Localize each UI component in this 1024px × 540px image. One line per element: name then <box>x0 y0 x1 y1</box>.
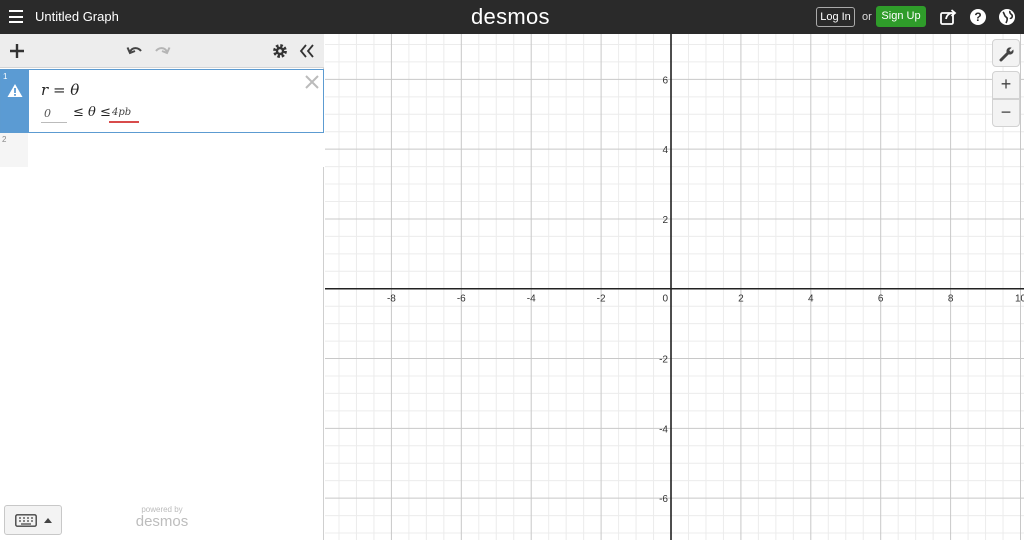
x-tick-label: 4 <box>808 294 814 305</box>
zoom-in-button[interactable]: + <box>992 71 1020 99</box>
domain-lower-input[interactable]: 0 <box>41 107 67 123</box>
signup-button[interactable]: Sign Up <box>876 6 926 27</box>
language-icon[interactable] <box>998 8 1016 26</box>
expression-input[interactable] <box>28 133 324 167</box>
warning-icon[interactable] <box>7 83 23 98</box>
expression-latex[interactable]: r = θ <box>41 81 79 99</box>
svg-text:?: ? <box>974 10 981 24</box>
or-label: or <box>862 11 872 23</box>
graph-settings-button[interactable] <box>992 39 1020 67</box>
x-tick-label: 2 <box>738 294 744 305</box>
collapse-icon[interactable] <box>298 42 316 60</box>
zoom-out-button[interactable]: − <box>992 99 1020 127</box>
domain-inequality: ≤ θ ≤ <box>73 105 111 120</box>
top-bar: Untitled Graph desmos Log In or Sign Up … <box>0 0 1024 34</box>
y-tick-label: 6 <box>662 75 668 86</box>
y-tick-label: 2 <box>662 215 668 226</box>
expression-toolbar <box>0 34 324 68</box>
desmos-logo: desmos <box>471 4 550 29</box>
settings-icon[interactable] <box>271 42 289 60</box>
expression-index: 1 <box>3 72 8 81</box>
y-tick-label: -4 <box>659 424 668 435</box>
domain-upper-input[interactable]: 4pb <box>109 107 139 123</box>
x-tick-label: -4 <box>527 294 536 305</box>
chevron-up-icon <box>44 518 52 523</box>
expression-panel: 1 r = θ 0 ≤ θ ≤ 4pb 2 powered by desmos <box>0 34 324 540</box>
powered-by-desmos[interactable]: powered by desmos <box>132 505 192 530</box>
y-tick-label: -2 <box>659 355 668 366</box>
keyboard-toggle-button[interactable] <box>4 505 62 535</box>
expression-row[interactable]: 1 r = θ 0 ≤ θ ≤ 4pb <box>0 69 324 133</box>
x-tick-label: 6 <box>878 294 884 305</box>
graph-title[interactable]: Untitled Graph <box>35 9 119 24</box>
expression-tab[interactable]: 1 <box>1 70 29 132</box>
expression-row[interactable]: 2 <box>0 133 324 167</box>
delete-expression-icon[interactable] <box>304 74 320 90</box>
x-tick-label: -8 <box>387 294 396 305</box>
undo-icon[interactable] <box>126 42 144 60</box>
x-tick-label: 8 <box>948 294 954 305</box>
x-tick-label: -2 <box>597 294 606 305</box>
graph-paper[interactable]: -8 -6 -4 -2 0 2 4 6 8 10 6 4 2 -2 -4 -6 <box>325 34 1024 540</box>
login-button[interactable]: Log In <box>816 7 855 27</box>
x-tick-label: 10 <box>1015 294 1024 305</box>
expression-tab[interactable]: 2 <box>0 133 28 167</box>
wrench-icon <box>999 46 1015 62</box>
share-icon[interactable] <box>939 8 957 26</box>
y-tick-label: -6 <box>659 494 668 505</box>
y-tick-label: 4 <box>662 145 668 156</box>
add-icon[interactable] <box>8 42 26 60</box>
expression-index: 2 <box>2 135 7 144</box>
redo-icon[interactable] <box>153 42 171 60</box>
help-icon[interactable]: ? <box>969 8 987 26</box>
graph-canvas[interactable]: -8 -6 -4 -2 0 2 4 6 8 10 6 4 2 -2 -4 -6 <box>325 34 1024 540</box>
powered-by-logo: desmos <box>135 513 189 530</box>
x-tick-label: -6 <box>457 294 466 305</box>
keyboard-icon <box>15 514 37 527</box>
x-tick-label: 0 <box>662 294 668 305</box>
hamburger-icon[interactable] <box>9 10 23 23</box>
